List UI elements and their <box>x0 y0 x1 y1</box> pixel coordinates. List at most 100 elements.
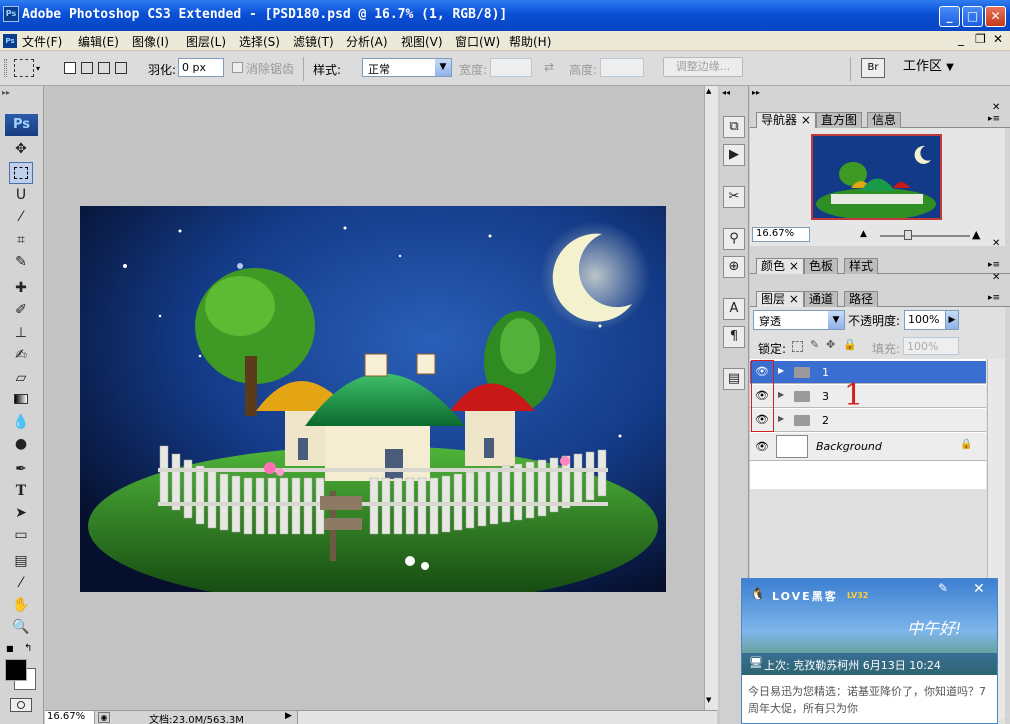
magic-wand-tool-icon[interactable]: ⁄ <box>9 206 33 228</box>
menu-select[interactable]: 选择(S) <box>239 33 280 50</box>
intersect-selection-icon[interactable] <box>115 62 127 74</box>
zoom-in-icon[interactable]: ▲ <box>972 228 980 241</box>
app-icon[interactable]: Ps <box>3 6 19 22</box>
eyedropper-tool-icon[interactable]: ⁄ <box>9 572 33 594</box>
hand-tool-icon[interactable]: ✋ <box>9 594 33 616</box>
expand-dock-icon[interactable]: ◂◂ <box>722 88 730 97</box>
lock-position-icon[interactable]: ✥ <box>826 338 835 351</box>
brushes-panel-icon[interactable]: ⚲ <box>723 228 745 250</box>
style-select[interactable]: 正常 ▼ <box>362 58 452 77</box>
ps-logo[interactable]: Ps <box>5 114 38 136</box>
actions-panel-icon[interactable]: ▶ <box>723 144 745 166</box>
zoom-out-icon[interactable]: ▲ <box>860 229 867 239</box>
clone-stamp-tool-icon[interactable]: ⊥ <box>9 322 33 344</box>
lock-pixels-icon[interactable]: ✎ <box>810 338 819 351</box>
tool-presets-icon[interactable]: ✂ <box>723 186 745 208</box>
lock-transparency-icon[interactable] <box>792 341 803 352</box>
lock-all-icon[interactable]: 🔒 <box>843 338 857 351</box>
zoom-field[interactable]: 16.67% <box>45 711 95 724</box>
doc-minimize-button[interactable]: _ <box>958 32 964 46</box>
width-input[interactable] <box>490 58 532 77</box>
expand-arrow-icon[interactable]: ▶ <box>778 414 784 423</box>
menu-filter[interactable]: 滤镜(T) <box>293 33 334 50</box>
pen-tool-icon[interactable]: ✒ <box>9 458 33 480</box>
add-selection-icon[interactable] <box>81 62 93 74</box>
tab-info[interactable]: 信息 <box>867 112 902 128</box>
layer-comps-icon[interactable]: ▤ <box>723 368 745 390</box>
grip-icon[interactable] <box>4 59 7 77</box>
navigator-preview[interactable] <box>811 134 942 220</box>
doc-icon[interactable]: Ps <box>3 34 17 48</box>
scroll-up-icon[interactable]: ▲ <box>706 87 711 95</box>
blur-tool-icon[interactable]: 💧 <box>9 411 33 433</box>
menu-analysis[interactable]: 分析(A) <box>346 33 388 50</box>
path-selection-tool-icon[interactable]: ➤ <box>9 502 33 524</box>
title-bar[interactable]: Ps Adobe Photoshop CS3 Extended - [PSD18… <box>0 0 1010 31</box>
default-colors-icon[interactable]: ■ <box>6 644 14 653</box>
qq-pin-icon[interactable]: ✎ <box>938 581 948 595</box>
layer-row-3[interactable]: 👁 ▶ 3 <box>750 385 986 408</box>
slice-tool-icon[interactable]: ✎ <box>9 251 33 273</box>
menu-help[interactable]: 帮助(H) <box>509 33 551 50</box>
history-panel-icon[interactable]: ⧉ <box>723 116 745 138</box>
dodge-tool-icon[interactable]: ● <box>9 433 33 455</box>
qq-news[interactable]: 今日易迅为您精选：诺基亚降价了，你知道吗？7周年大促，所有只为你 <box>748 683 994 717</box>
minimize-button[interactable]: _ <box>939 6 960 27</box>
blend-mode-select[interactable]: 穿透 ▼ <box>753 310 845 330</box>
crop-tool-icon[interactable]: ⌗ <box>9 229 33 251</box>
expand-arrow-icon[interactable]: ▶ <box>778 390 784 399</box>
marquee-preset-icon[interactable] <box>14 59 34 77</box>
qq-close-icon[interactable]: ✕ <box>973 581 985 597</box>
chevron-down-icon[interactable]: ▾ <box>36 64 40 73</box>
tab-paths[interactable]: 路径 <box>844 291 879 307</box>
gradient-tool-icon[interactable] <box>9 389 33 411</box>
menu-layer[interactable]: 图层(L) <box>186 33 226 50</box>
eraser-tool-icon[interactable]: ▱ <box>9 367 33 389</box>
opacity-input[interactable]: 100% <box>904 310 946 330</box>
workspace-button[interactable]: 工作区 ▼ <box>894 57 964 79</box>
menu-window[interactable]: 窗口(W) <box>455 33 500 50</box>
brush-tool-icon[interactable]: ✐ <box>9 299 33 321</box>
lasso-tool-icon[interactable]: ᑌ <box>9 184 33 206</box>
navigator-zoom-input[interactable]: 16.67% <box>752 227 810 242</box>
height-input[interactable] <box>600 58 644 77</box>
doc-restore-button[interactable]: ❐ <box>975 32 986 46</box>
type-tool-icon[interactable]: T <box>9 480 33 502</box>
swap-colors-icon[interactable]: ↰ <box>24 643 32 654</box>
tab-styles[interactable]: 样式 <box>844 258 879 274</box>
move-tool-icon[interactable]: ✥ <box>9 138 33 160</box>
panel-close-icon[interactable]: ✕ <box>992 238 1000 249</box>
quick-mask-icon[interactable] <box>10 698 32 712</box>
tab-histogram[interactable]: 直方图 <box>816 112 863 128</box>
menu-file[interactable]: 文件(F) <box>22 33 62 50</box>
zoom-slider-track[interactable] <box>880 235 970 237</box>
paragraph-panel-icon[interactable]: ¶ <box>723 326 745 348</box>
opacity-arrow-icon[interactable]: ▶ <box>945 310 959 330</box>
subtract-selection-icon[interactable] <box>98 62 110 74</box>
menu-image[interactable]: 图像(I) <box>132 33 169 50</box>
layer-row-2[interactable]: 👁 ▶ 2 <box>750 409 986 432</box>
character-panel-icon[interactable]: A <box>723 298 745 320</box>
qq-popup[interactable]: 🐧 LOVE黑客 LV32 ✎ ✕ 中午好! 🖥 上次: 克孜勒苏柯州 6月13… <box>741 578 998 724</box>
status-menu-icon[interactable]: ▶ <box>285 711 292 721</box>
doc-close-button[interactable]: ✕ <box>993 32 1003 46</box>
eye-icon[interactable]: 👁 <box>753 439 771 455</box>
feather-input[interactable]: 0 px <box>178 58 224 77</box>
panel-menu-icon[interactable]: ▸≡ <box>988 114 1000 124</box>
tab-swatches[interactable]: 色板 <box>804 258 839 274</box>
collapse-icon[interactable]: ▸▸ <box>2 88 10 97</box>
layer-row-1[interactable]: 👁 ▶ 1 <box>750 361 986 384</box>
tab-channels[interactable]: 通道 <box>804 291 839 307</box>
panel-menu-icon[interactable]: ▸≡ <box>988 260 1000 270</box>
vertical-scrollbar[interactable]: ▲ ▼ <box>704 86 718 710</box>
bridge-icon[interactable]: Br <box>861 58 885 78</box>
panel-menu-icon[interactable]: ▸≡ <box>988 293 1000 303</box>
swap-icon[interactable]: ⇄ <box>544 60 554 74</box>
zoom-tool-icon[interactable]: 🔍 <box>9 616 33 638</box>
tab-color[interactable]: 颜色 × <box>756 258 804 274</box>
document-canvas[interactable] <box>80 206 666 592</box>
menu-edit[interactable]: 编辑(E) <box>78 33 119 50</box>
marquee-tool-icon[interactable] <box>9 162 33 184</box>
collapse-panels-icon[interactable]: ▸▸ <box>752 88 760 97</box>
scroll-down-icon[interactable]: ▼ <box>706 696 711 704</box>
